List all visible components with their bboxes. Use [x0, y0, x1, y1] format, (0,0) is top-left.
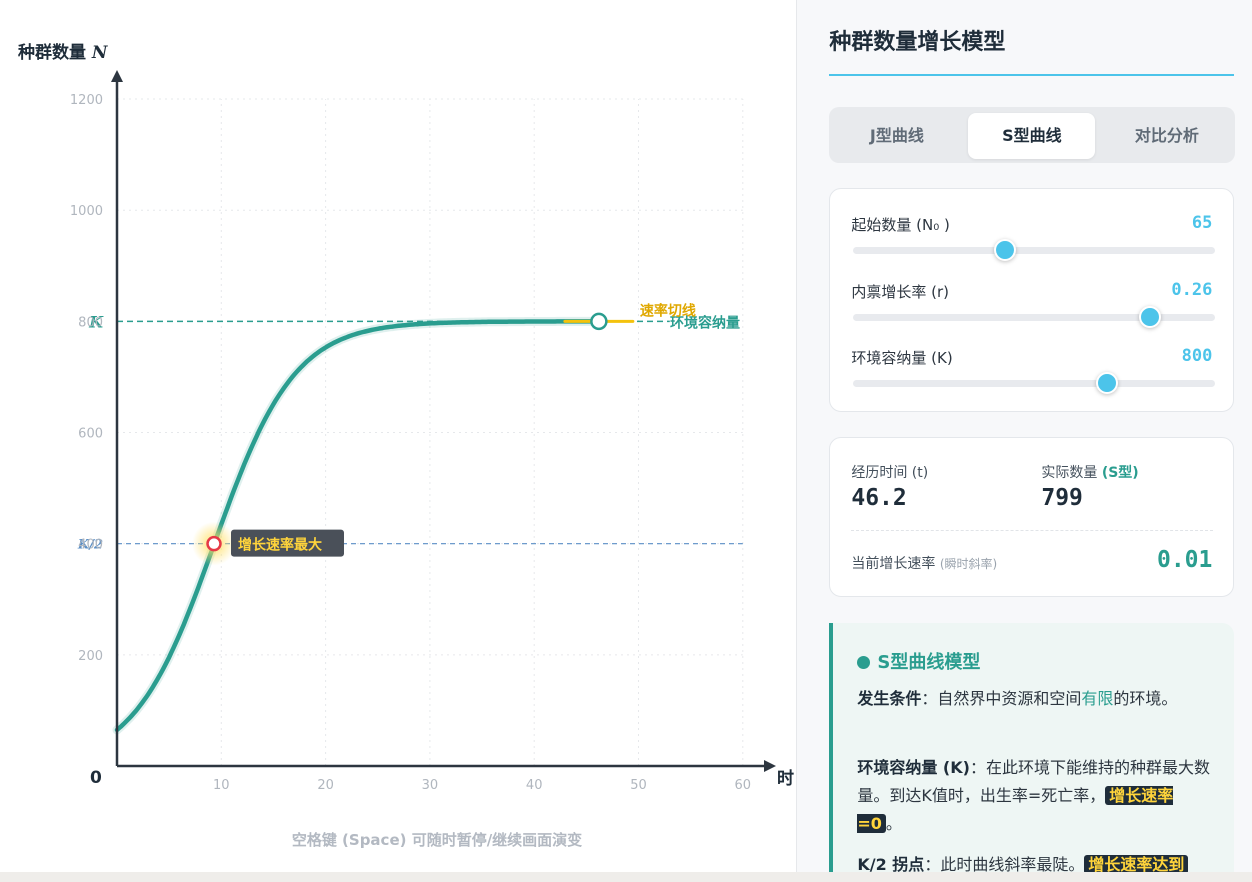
initial-count-slider-thumb[interactable] [994, 239, 1017, 261]
stats-card: 经历时间 (t) 46.2 实际数量 (S型) 799 当前增长速率 (瞬时斜率… [829, 437, 1235, 597]
carrying-capacity-value: 800 [1181, 346, 1213, 366]
y-tick-label: 200 [78, 649, 103, 664]
x-tick-label: 30 [422, 778, 439, 793]
tangent-label: 速率切线 [640, 302, 696, 319]
actual-count-label: 实际数量 (S型) [1041, 465, 1139, 481]
initial-count-label: 起始数量 (N₀ ) [851, 216, 950, 234]
inflection-point-marker [206, 535, 222, 552]
plot-area[interactable]: K K/2 环境容纳量 200 400 600 800 1000 1200 10 20 30 40 50… [0, 0, 797, 872]
title-divider [829, 74, 1235, 76]
actual-count-value: 799 [1041, 485, 1083, 511]
tab-compare[interactable]: 对比分析 [1103, 113, 1230, 159]
carrying-capacity-label: 环境容纳量 (K) [851, 349, 953, 367]
s-type-tag: (S型) [1101, 465, 1139, 481]
origin-label: 0 [90, 768, 102, 788]
bullet-dot-icon [857, 656, 871, 669]
info-box: S型曲线模型 发生条件：自然界中资源和空间有限的环境。 环境容纳量 (K)：在此… [829, 623, 1235, 872]
elapsed-time-label: 经历时间 (t) [851, 465, 929, 481]
carrying-capacity-slider-thumb[interactable] [1095, 372, 1118, 394]
footer-hint: 空格键 (Space) 可随时暂停/继续画面演变 [292, 831, 582, 849]
info-title: S型曲线模型 [857, 648, 980, 674]
x-tick-label: 40 [526, 778, 543, 793]
current-point-marker [590, 312, 608, 331]
s-curve-line [114, 319, 602, 733]
y-tick-label: 1200 [70, 93, 103, 108]
growth-rate-now-value: 0.01 [1156, 547, 1213, 573]
initial-count-slider[interactable] [853, 239, 1216, 261]
inflection-label: 增长速率最大 [238, 537, 322, 554]
stats-divider [851, 530, 1214, 531]
y-tick-label: 400 [78, 538, 103, 553]
x-tick-label: 50 [630, 778, 647, 793]
growth-rate-slider-thumb[interactable] [1139, 306, 1162, 328]
y-tick-label: 1000 [70, 204, 103, 219]
y-tick-label: 600 [78, 427, 103, 442]
panel-title: 种群数量增长模型 [829, 30, 1006, 55]
y-axis-label: 种群数量 N [17, 42, 109, 63]
model-tabs: J型曲线 S型曲线 对比分析 [829, 107, 1236, 163]
x-tick-label: 20 [317, 778, 334, 793]
initial-count-value: 65 [1191, 213, 1213, 233]
parameter-card: 起始数量 (N₀ ) 65 内禀增长率 (r) 0.26 环境容纳量 (K) 8… [829, 188, 1235, 412]
tab-s-curve[interactable]: S型曲线 [968, 113, 1096, 159]
s-curve-shadow [112, 316, 604, 735]
tab-j-curve[interactable]: J型曲线 [833, 113, 960, 159]
x-axis-label: 时 [777, 769, 794, 789]
carrying-capacity-slider[interactable] [853, 372, 1216, 394]
app-window: K K/2 环境容纳量 200 400 600 800 1000 1200 10 20 30 40 50… [0, 0, 1252, 872]
growth-rate-value: 0.26 [1171, 280, 1213, 300]
info-inflection: K/2 拐点：此时曲线斜率最陡。 增长速率达到 [857, 851, 1217, 872]
y-tick-label: 800 [78, 315, 103, 330]
elapsed-time-value: 46.2 [851, 485, 907, 511]
growth-rate-label: 内禀增长率 (r) [851, 283, 949, 301]
growth-rate-now-label: 当前增长速率 (瞬时斜率) [851, 556, 998, 572]
x-tick-label: 10 [213, 778, 230, 793]
info-carrying-capacity: 环境容纳量 (K)：在此环境下能维持的种群最大数量。到达K值时，出生率=死亡率，… [857, 758, 1210, 833]
info-condition: 发生条件：自然界中资源和空间有限的环境。 [857, 689, 1178, 708]
instant-slope-hint: (瞬时斜率) [939, 557, 998, 571]
population-chart: KK/2环境容纳量 2004006008001000120010 20 30 40 50… [17, 42, 794, 849]
growth-rate-slider[interactable] [853, 306, 1216, 328]
control-panel: 种群数量增长模型 J型曲线 S型曲线 对比分析 起始数量 (N₀ ) 65 内禀… [796, 0, 1252, 872]
x-tick-label: 60 [735, 778, 752, 793]
